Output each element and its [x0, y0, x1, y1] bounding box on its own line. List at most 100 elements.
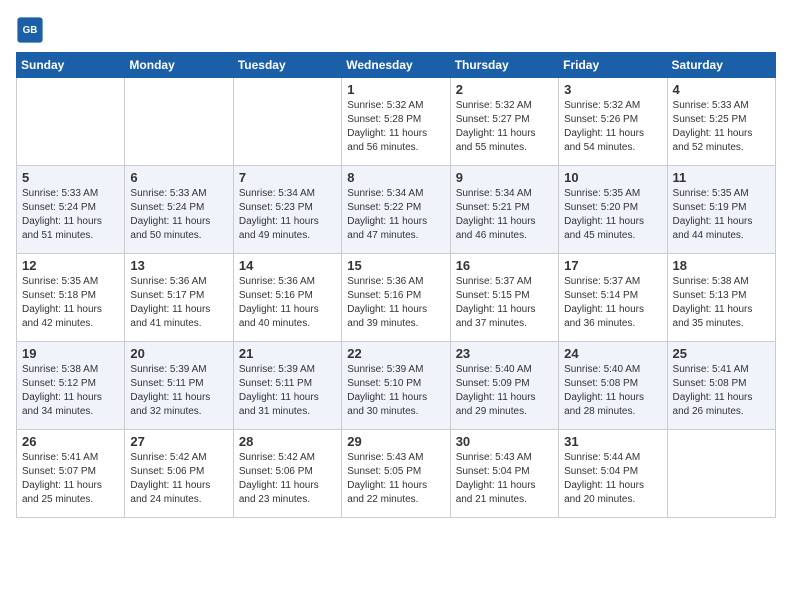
day-number: 1: [347, 82, 444, 97]
day-number: 20: [130, 346, 227, 361]
calendar-cell: 16 Sunrise: 5:37 AMSunset: 5:15 PMDayligh…: [450, 254, 558, 342]
day-number: 26: [22, 434, 119, 449]
day-info: Sunrise: 5:41 AMSunset: 5:08 PMDaylight:…: [673, 363, 770, 419]
calendar-cell: 25 Sunrise: 5:41 AMSunset: 5:08 PMDayligh…: [667, 342, 775, 430]
calendar-cell: 8 Sunrise: 5:34 AMSunset: 5:22 PMDaylight…: [342, 166, 450, 254]
day-info: Sunrise: 5:44 AMSunset: 5:04 PMDaylight:…: [564, 451, 661, 507]
calendar-cell: 30 Sunrise: 5:43 AMSunset: 5:04 PMDayligh…: [450, 430, 558, 518]
day-info: Sunrise: 5:34 AMSunset: 5:23 PMDaylight:…: [239, 187, 336, 243]
calendar-cell: 20 Sunrise: 5:39 AMSunset: 5:11 PMDayligh…: [125, 342, 233, 430]
weekday-header-sunday: Sunday: [17, 53, 125, 78]
day-number: 15: [347, 258, 444, 273]
svg-text:GB: GB: [23, 25, 38, 36]
calendar-cell: [17, 78, 125, 166]
calendar-cell: 19 Sunrise: 5:38 AMSunset: 5:12 PMDayligh…: [17, 342, 125, 430]
day-number: 12: [22, 258, 119, 273]
calendar-cell: 29 Sunrise: 5:43 AMSunset: 5:05 PMDayligh…: [342, 430, 450, 518]
day-info: Sunrise: 5:34 AMSunset: 5:21 PMDaylight:…: [456, 187, 553, 243]
calendar-cell: [125, 78, 233, 166]
day-info: Sunrise: 5:36 AMSunset: 5:17 PMDaylight:…: [130, 275, 227, 331]
day-number: 7: [239, 170, 336, 185]
calendar-cell: 18 Sunrise: 5:38 AMSunset: 5:13 PMDayligh…: [667, 254, 775, 342]
calendar-table: SundayMondayTuesdayWednesdayThursdayFrid…: [16, 52, 776, 518]
day-info: Sunrise: 5:33 AMSunset: 5:24 PMDaylight:…: [22, 187, 119, 243]
day-number: 22: [347, 346, 444, 361]
day-number: 31: [564, 434, 661, 449]
calendar-cell: 7 Sunrise: 5:34 AMSunset: 5:23 PMDaylight…: [233, 166, 341, 254]
logo: GB: [16, 16, 48, 44]
day-number: 6: [130, 170, 227, 185]
day-info: Sunrise: 5:35 AMSunset: 5:20 PMDaylight:…: [564, 187, 661, 243]
day-info: Sunrise: 5:43 AMSunset: 5:04 PMDaylight:…: [456, 451, 553, 507]
calendar-cell: 31 Sunrise: 5:44 AMSunset: 5:04 PMDayligh…: [559, 430, 667, 518]
calendar-cell: 26 Sunrise: 5:41 AMSunset: 5:07 PMDayligh…: [17, 430, 125, 518]
weekday-header-row: SundayMondayTuesdayWednesdayThursdayFrid…: [17, 53, 776, 78]
page-header: GB: [16, 16, 776, 44]
calendar-cell: 5 Sunrise: 5:33 AMSunset: 5:24 PMDaylight…: [17, 166, 125, 254]
day-info: Sunrise: 5:32 AMSunset: 5:26 PMDaylight:…: [564, 99, 661, 155]
day-number: 18: [673, 258, 770, 273]
weekday-header-monday: Monday: [125, 53, 233, 78]
day-number: 17: [564, 258, 661, 273]
day-number: 14: [239, 258, 336, 273]
day-number: 10: [564, 170, 661, 185]
day-info: Sunrise: 5:38 AMSunset: 5:13 PMDaylight:…: [673, 275, 770, 331]
calendar-cell: 12 Sunrise: 5:35 AMSunset: 5:18 PMDayligh…: [17, 254, 125, 342]
logo-icon: GB: [16, 16, 44, 44]
calendar-cell: 4 Sunrise: 5:33 AMSunset: 5:25 PMDaylight…: [667, 78, 775, 166]
day-info: Sunrise: 5:35 AMSunset: 5:19 PMDaylight:…: [673, 187, 770, 243]
day-info: Sunrise: 5:32 AMSunset: 5:28 PMDaylight:…: [347, 99, 444, 155]
calendar-cell: 21Sunrise: 5:39 AMSunset: 5:11 PMDayligh…: [233, 342, 341, 430]
day-number: 19: [22, 346, 119, 361]
calendar-cell: [233, 78, 341, 166]
day-number: 16: [456, 258, 553, 273]
day-number: 21: [239, 346, 336, 361]
day-number: 25: [673, 346, 770, 361]
weekday-header-wednesday: Wednesday: [342, 53, 450, 78]
day-number: 5: [22, 170, 119, 185]
day-info: Sunrise: 5:35 AMSunset: 5:18 PMDaylight:…: [22, 275, 119, 331]
calendar-cell: 2 Sunrise: 5:32 AMSunset: 5:27 PMDaylight…: [450, 78, 558, 166]
day-info: Sunrise: 5:43 AMSunset: 5:05 PMDaylight:…: [347, 451, 444, 507]
day-info: Sunrise: 5:34 AMSunset: 5:22 PMDaylight:…: [347, 187, 444, 243]
day-number: 11: [673, 170, 770, 185]
calendar-cell: 22 Sunrise: 5:39 AMSunset: 5:10 PMDayligh…: [342, 342, 450, 430]
day-info: Sunrise: 5:39 AMSunset: 5:11 PMDaylight:…: [130, 363, 227, 419]
day-info: Sunrise: 5:36 AMSunset: 5:16 PMDaylight:…: [239, 275, 336, 331]
calendar-cell: 17Sunrise: 5:37 AMSunset: 5:14 PMDayligh…: [559, 254, 667, 342]
calendar-cell: 6 Sunrise: 5:33 AMSunset: 5:24 PMDaylight…: [125, 166, 233, 254]
calendar-cell: [667, 430, 775, 518]
calendar-cell: 15 Sunrise: 5:36 AMSunset: 5:16 PMDayligh…: [342, 254, 450, 342]
day-info: Sunrise: 5:41 AMSunset: 5:07 PMDaylight:…: [22, 451, 119, 507]
day-info: Sunrise: 5:33 AMSunset: 5:25 PMDaylight:…: [673, 99, 770, 155]
day-info: Sunrise: 5:36 AMSunset: 5:16 PMDaylight:…: [347, 275, 444, 331]
calendar-cell: 9Sunrise: 5:34 AMSunset: 5:21 PMDaylight…: [450, 166, 558, 254]
day-info: Sunrise: 5:37 AMSunset: 5:15 PMDaylight:…: [456, 275, 553, 331]
day-info: Sunrise: 5:42 AMSunset: 5:06 PMDaylight:…: [239, 451, 336, 507]
day-info: Sunrise: 5:39 AMSunset: 5:10 PMDaylight:…: [347, 363, 444, 419]
day-number: 30: [456, 434, 553, 449]
calendar-cell: 1 Sunrise: 5:32 AMSunset: 5:28 PMDaylight…: [342, 78, 450, 166]
day-info: Sunrise: 5:38 AMSunset: 5:12 PMDaylight:…: [22, 363, 119, 419]
calendar-cell: 11 Sunrise: 5:35 AMSunset: 5:19 PMDayligh…: [667, 166, 775, 254]
day-info: Sunrise: 5:42 AMSunset: 5:06 PMDaylight:…: [130, 451, 227, 507]
calendar-week-row: 26 Sunrise: 5:41 AMSunset: 5:07 PMDayligh…: [17, 430, 776, 518]
day-info: Sunrise: 5:40 AMSunset: 5:09 PMDaylight:…: [456, 363, 553, 419]
calendar-week-row: 19 Sunrise: 5:38 AMSunset: 5:12 PMDayligh…: [17, 342, 776, 430]
calendar-cell: 10 Sunrise: 5:35 AMSunset: 5:20 PMDayligh…: [559, 166, 667, 254]
day-number: 4: [673, 82, 770, 97]
weekday-header-saturday: Saturday: [667, 53, 775, 78]
day-number: 29: [347, 434, 444, 449]
day-info: Sunrise: 5:32 AMSunset: 5:27 PMDaylight:…: [456, 99, 553, 155]
day-info: Sunrise: 5:40 AMSunset: 5:08 PMDaylight:…: [564, 363, 661, 419]
calendar-cell: 3Sunrise: 5:32 AMSunset: 5:26 PMDaylight…: [559, 78, 667, 166]
calendar-cell: 27Sunrise: 5:42 AMSunset: 5:06 PMDayligh…: [125, 430, 233, 518]
calendar-cell: 14 Sunrise: 5:36 AMSunset: 5:16 PMDayligh…: [233, 254, 341, 342]
calendar-cell: 28 Sunrise: 5:42 AMSunset: 5:06 PMDayligh…: [233, 430, 341, 518]
weekday-header-friday: Friday: [559, 53, 667, 78]
day-info: Sunrise: 5:33 AMSunset: 5:24 PMDaylight:…: [130, 187, 227, 243]
calendar-week-row: 1 Sunrise: 5:32 AMSunset: 5:28 PMDaylight…: [17, 78, 776, 166]
day-number: 8: [347, 170, 444, 185]
day-number: 2: [456, 82, 553, 97]
day-number: 28: [239, 434, 336, 449]
